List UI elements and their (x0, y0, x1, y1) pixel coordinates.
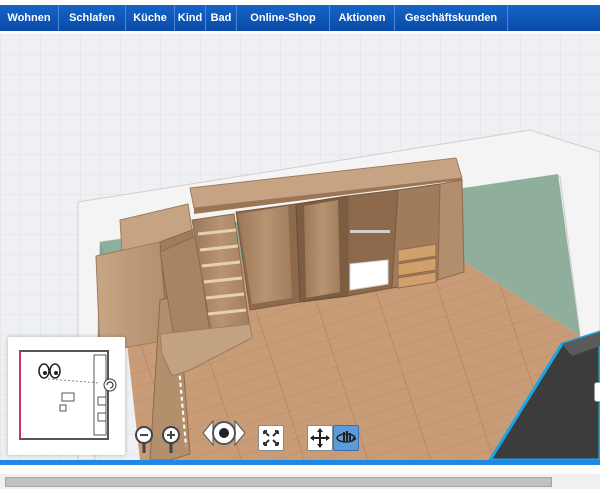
zoom-in-button[interactable] (160, 425, 182, 455)
zoom-out-button[interactable] (133, 425, 155, 455)
nav-filler (508, 5, 600, 31)
minimap-rotate-handle-icon[interactable] (103, 378, 117, 392)
side-panel-handle[interactable] (594, 382, 600, 402)
floorplan-minimap[interactable] (8, 337, 125, 455)
zoom-in-icon (162, 426, 180, 453)
wardrobe-compartment-2-back (304, 200, 340, 298)
rotate-arrows-icon (202, 419, 246, 447)
nav-item-wohnen[interactable]: Wohnen (0, 5, 59, 31)
minimap-room-outline (19, 350, 109, 440)
zoom-out-icon (135, 426, 153, 453)
main-menu-bar: Wohnen Schlafen Küche Kind Bad Online-Sh… (0, 5, 600, 31)
nav-item-bad[interactable]: Bad (206, 5, 237, 31)
rotate-view-button[interactable] (201, 413, 247, 453)
horizontal-scrollbar-thumb[interactable] (5, 477, 552, 487)
nav-item-geschaeftskunden[interactable]: Geschäftskunden (395, 5, 508, 31)
move-mode-button[interactable] (307, 425, 333, 451)
top-navigation: Wohnen Schlafen Küche Kind Bad Online-Sh… (0, 0, 600, 34)
move-arrows-icon (310, 428, 330, 448)
nav-item-aktionen[interactable]: Aktionen (330, 5, 395, 31)
clothes-rail (350, 230, 390, 233)
orbit-mode-button[interactable] (333, 425, 359, 451)
viewport-bottom-bar (0, 460, 600, 465)
nav-item-online-shop[interactable]: Online-Shop (237, 5, 330, 31)
fit-screen-icon (263, 430, 279, 446)
nav-item-schlafen[interactable]: Schlafen (59, 5, 126, 31)
wardrobe-right-side[interactable] (437, 179, 465, 281)
wardrobe-left-front[interactable] (95, 241, 169, 353)
orbit-hand-icon (336, 431, 356, 443)
nav-item-kueche[interactable]: Küche (126, 5, 175, 31)
fit-view-button[interactable] (258, 425, 284, 451)
nav-item-kind[interactable]: Kind (175, 5, 206, 31)
